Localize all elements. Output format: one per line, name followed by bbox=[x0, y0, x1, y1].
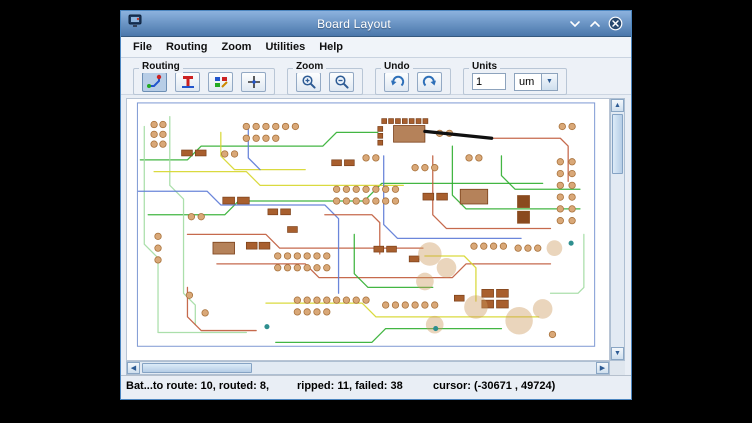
zoom-out-button[interactable] bbox=[329, 72, 354, 92]
zoom-in-button[interactable] bbox=[296, 72, 321, 92]
autoroute-button[interactable] bbox=[142, 72, 167, 92]
menu-item-routing[interactable]: Routing bbox=[159, 39, 215, 55]
board-viewport bbox=[126, 98, 610, 361]
toolbar-group-zoom: Zoom bbox=[287, 68, 363, 95]
scroll-down-button[interactable]: ▼ bbox=[611, 347, 624, 360]
titlebar[interactable]: Board Layout bbox=[121, 11, 631, 37]
routing-group-label: Routing bbox=[139, 61, 183, 73]
route-icon bbox=[147, 74, 163, 90]
redo-icon bbox=[422, 74, 438, 90]
pin-route-icon bbox=[180, 74, 196, 90]
minimize-button[interactable] bbox=[565, 15, 585, 33]
scrollbar-corner bbox=[610, 361, 625, 375]
statusbar: Bat...to route: 10, routed: 8, ripped: 1… bbox=[121, 375, 631, 399]
close-icon bbox=[608, 16, 623, 31]
undo-icon bbox=[389, 74, 405, 90]
window-title: Board Layout bbox=[143, 17, 565, 31]
interactive-route-button[interactable] bbox=[175, 72, 200, 92]
crosshair-icon bbox=[246, 74, 262, 90]
chevron-down-icon bbox=[569, 19, 581, 29]
undo-group-label: Undo bbox=[381, 61, 413, 73]
vertical-scroll-track[interactable] bbox=[611, 112, 624, 347]
toolbar-group-undo: Undo bbox=[375, 68, 451, 95]
horizontal-scroll-track[interactable] bbox=[140, 362, 596, 374]
horizontal-scroll-thumb[interactable] bbox=[142, 363, 252, 373]
vertical-scroll-thumb[interactable] bbox=[612, 114, 623, 174]
desktop-background: Board Layout File Routing bbox=[0, 0, 752, 423]
app-icon bbox=[127, 13, 143, 34]
menu-item-help[interactable]: Help bbox=[312, 39, 350, 55]
redo-button[interactable] bbox=[417, 72, 442, 92]
close-button[interactable] bbox=[605, 15, 625, 33]
scroll-right-button[interactable]: ▶ bbox=[596, 362, 609, 374]
menu-item-utilities[interactable]: Utilities bbox=[258, 39, 312, 55]
board-canvas[interactable] bbox=[127, 99, 609, 360]
layers-icon bbox=[213, 74, 229, 90]
autoroute-status-text: Bat...to route: 10, routed: 8, bbox=[126, 380, 269, 392]
board-layout-window: Board Layout File Routing bbox=[120, 10, 632, 400]
cursor-position-text: cursor: (-30671 , 49724) bbox=[433, 380, 555, 392]
zoom-group-label: Zoom bbox=[293, 61, 326, 73]
menubar: File Routing Zoom Utilities Help bbox=[121, 37, 631, 58]
layer-select-button[interactable] bbox=[208, 72, 233, 92]
vertical-scrollbar[interactable]: ▲ ▼ bbox=[610, 98, 625, 361]
zoom-out-icon bbox=[334, 74, 350, 90]
maximize-button[interactable] bbox=[585, 15, 605, 33]
toolbar-group-units: Units um ▼ bbox=[463, 68, 567, 95]
combo-dropdown-button[interactable]: ▼ bbox=[541, 74, 557, 90]
toolbar-group-routing: Routing bbox=[133, 68, 275, 95]
chevron-down-icon: ▼ bbox=[546, 78, 553, 85]
chevron-up-icon bbox=[589, 19, 601, 29]
toolbar: Routing bbox=[121, 58, 631, 95]
menu-item-zoom[interactable]: Zoom bbox=[215, 39, 259, 55]
undo-button[interactable] bbox=[384, 72, 409, 92]
canvas-area: ▲ ▼ ◀ ▶ bbox=[121, 95, 631, 375]
units-value-input[interactable] bbox=[472, 73, 506, 90]
move-button[interactable] bbox=[241, 72, 266, 92]
units-unit-combobox[interactable]: um ▼ bbox=[514, 73, 558, 91]
units-unit-value: um bbox=[515, 74, 541, 90]
scroll-up-button[interactable]: ▲ bbox=[611, 99, 624, 112]
units-group-label: Units bbox=[469, 61, 500, 73]
menu-item-file[interactable]: File bbox=[126, 39, 159, 55]
ripped-status-text: ripped: 11, failed: 38 bbox=[297, 380, 403, 392]
horizontal-scrollbar[interactable]: ◀ ▶ bbox=[126, 361, 610, 375]
zoom-in-icon bbox=[301, 74, 317, 90]
scroll-left-button[interactable]: ◀ bbox=[127, 362, 140, 374]
